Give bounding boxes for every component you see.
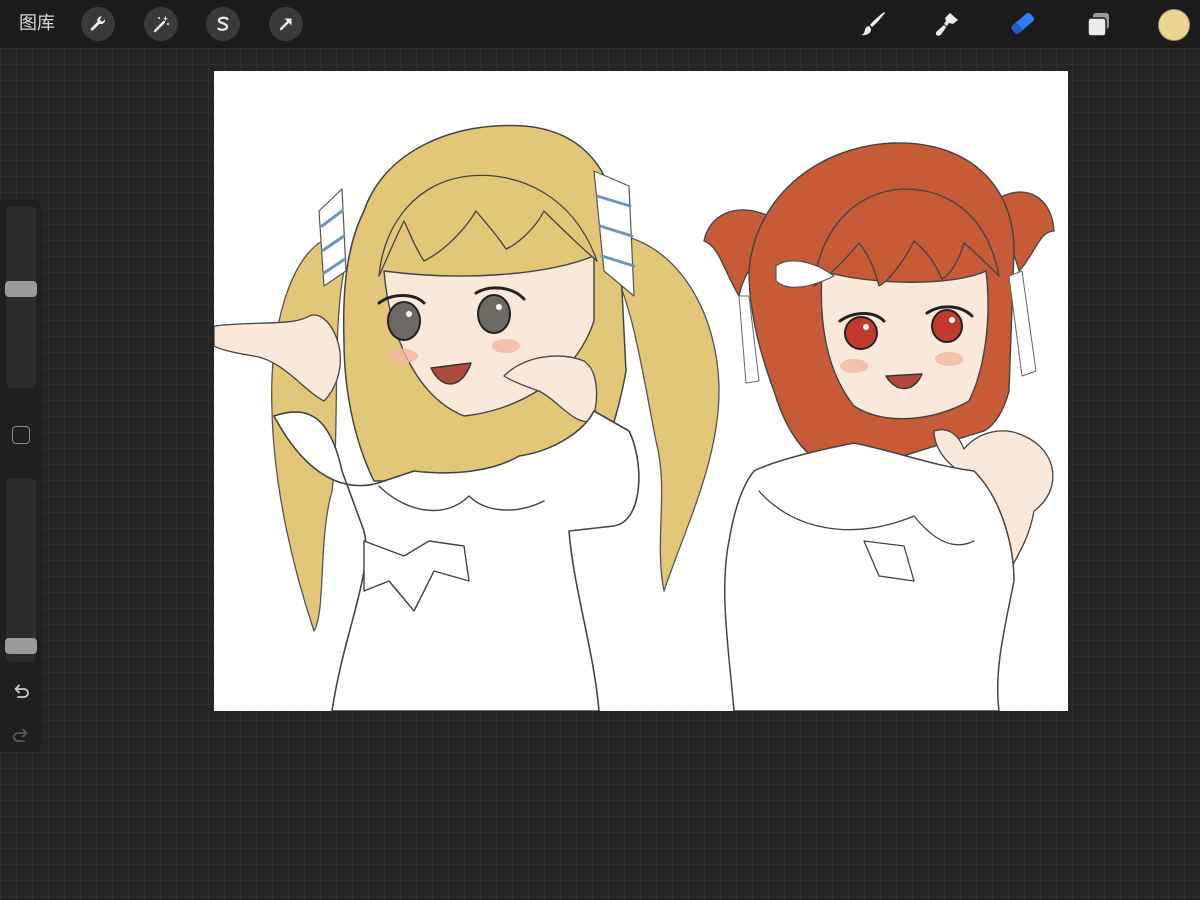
undo-button[interactable] bbox=[9, 678, 33, 702]
magic-wand-icon bbox=[153, 16, 169, 33]
transform-arrow-icon bbox=[279, 18, 292, 31]
brush-icon bbox=[861, 12, 885, 36]
brush-size-slider[interactable] bbox=[5, 206, 37, 388]
eraser-icon bbox=[1011, 12, 1035, 34]
adjustments-button[interactable] bbox=[144, 7, 178, 41]
modify-button[interactable] bbox=[12, 426, 30, 444]
layers-icon bbox=[1087, 13, 1109, 37]
smudge-icon bbox=[935, 13, 958, 36]
opacity-thumb[interactable] bbox=[5, 638, 37, 654]
blonde-girl bbox=[214, 124, 720, 711]
smudge-tool-button[interactable] bbox=[929, 6, 965, 42]
eraser-tool-button[interactable] bbox=[1004, 6, 1040, 42]
redo-button[interactable] bbox=[9, 722, 33, 746]
selection-icon bbox=[217, 16, 229, 31]
actions-button[interactable] bbox=[81, 7, 115, 41]
drawing-canvas[interactable] bbox=[214, 71, 1068, 711]
opacity-slider[interactable] bbox=[5, 478, 37, 662]
redo-icon bbox=[13, 728, 28, 742]
top-toolbar: 图库 bbox=[0, 0, 1200, 48]
brush-tool-button[interactable] bbox=[855, 6, 891, 42]
left-sidebar bbox=[0, 200, 42, 752]
undo-icon bbox=[14, 684, 29, 698]
gallery-button[interactable]: 图库 bbox=[19, 12, 55, 36]
brush-size-thumb[interactable] bbox=[5, 281, 37, 297]
transform-button[interactable] bbox=[269, 7, 303, 41]
artwork-illustration bbox=[214, 124, 1055, 711]
wrench-icon bbox=[90, 16, 105, 31]
layers-button[interactable] bbox=[1080, 6, 1116, 42]
color-picker-button[interactable] bbox=[1158, 9, 1190, 41]
red-haired-girl bbox=[703, 142, 1055, 711]
selection-button[interactable] bbox=[206, 7, 240, 41]
